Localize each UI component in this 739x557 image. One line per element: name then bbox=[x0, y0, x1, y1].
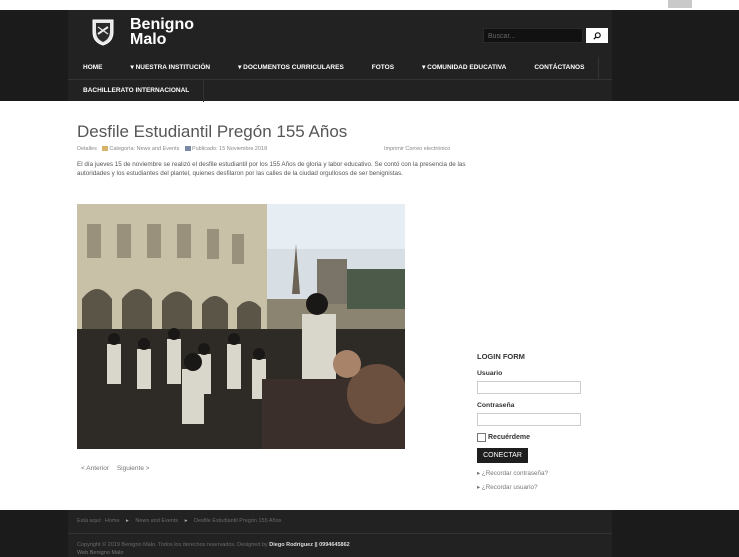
next-link[interactable]: Siguiente > bbox=[117, 465, 150, 472]
login-form-title: LOGIN FORM bbox=[477, 352, 525, 361]
password-label: Contraseña bbox=[477, 402, 515, 409]
window-corner bbox=[668, 0, 692, 8]
logo-line1: Benigno bbox=[130, 16, 194, 33]
copyright-statement: Copyright © 2019 Benigno Malo. Todos los… bbox=[77, 542, 268, 548]
copyright-text: Copyright © 2019 Benigno Malo. Todos los… bbox=[77, 542, 350, 548]
web-name: Web Benigno Malo bbox=[77, 550, 124, 556]
article-title[interactable]: Desfile Estudiantil Pregón 155 Años bbox=[77, 122, 347, 142]
breadcrumb-category[interactable]: News and Events bbox=[135, 518, 178, 524]
nav-comunidad-educativa[interactable]: ▾ COMUNIDAD EDUCATIVA bbox=[408, 57, 520, 79]
nav-divider bbox=[203, 80, 205, 102]
username-label: Usuario bbox=[477, 370, 503, 377]
designer-credit: Diego Rodríguez || 0994645862 bbox=[269, 542, 350, 548]
nav-bachillerato-internacional[interactable]: BACHILLERATO INTERNACIONAL bbox=[68, 80, 203, 102]
nav-documentos-curriculares[interactable]: ▾ DOCUMENTOS CURRICULARES bbox=[224, 57, 358, 79]
article-body: El día jueves 15 de noviembre se realizó… bbox=[77, 161, 466, 178]
nav-divider bbox=[598, 57, 600, 79]
breadcrumb: Está aquí: Home ▸ News and Events ▸ Desf… bbox=[77, 518, 281, 524]
login-button[interactable]: CONECTAR bbox=[477, 448, 528, 463]
breadcrumb-arrow-icon: ▸ bbox=[184, 518, 188, 524]
remember-checkbox[interactable] bbox=[477, 433, 486, 442]
username-field[interactable] bbox=[477, 381, 581, 394]
nav-contactanos[interactable]: CONTÁCTANOS bbox=[520, 57, 598, 79]
breadcrumb-label: Está aquí: bbox=[77, 518, 102, 524]
footer-divider bbox=[68, 533, 612, 534]
main-nav-row-2: BACHILLERATO INTERNACIONAL bbox=[68, 80, 205, 102]
article-actions[interactable]: Imprimir Correo electrónico bbox=[384, 146, 450, 152]
article-category[interactable]: Categoría: News and Events bbox=[109, 146, 179, 152]
search-icon bbox=[593, 31, 601, 40]
details-label: Detalles bbox=[77, 146, 97, 152]
folder-icon bbox=[102, 146, 109, 152]
school-crest-icon[interactable] bbox=[88, 16, 118, 46]
nav-home[interactable]: HOME bbox=[68, 57, 117, 79]
parade-photo-image bbox=[77, 204, 405, 449]
breadcrumb-arrow-icon: ▸ bbox=[126, 518, 129, 524]
forgot-username-link[interactable]: ▸ ¿Recordar usuario? bbox=[477, 484, 538, 491]
article-meta: Detalles Categoría: News and Events Publ… bbox=[77, 146, 267, 152]
main-nav-row-1: HOME ▾ NUESTRA INSTITUCIÓN ▾ DOCUMENTOS … bbox=[68, 57, 600, 79]
calendar-icon bbox=[184, 146, 191, 152]
forgot-password-link[interactable]: ▸ ¿Recordar contraseña? bbox=[477, 470, 548, 477]
nav-nuestra-institucion[interactable]: ▾ NUESTRA INSTITUCIÓN bbox=[117, 57, 225, 79]
search-input[interactable]: Buscar... bbox=[483, 28, 583, 43]
article-published: Publicado: 15 Noviembre 2018 bbox=[191, 146, 268, 152]
site-logo-text[interactable]: Benigno Malo bbox=[130, 16, 194, 48]
remember-row: Recuérdeme bbox=[477, 433, 530, 442]
password-field[interactable] bbox=[477, 413, 581, 426]
article-photo bbox=[77, 204, 405, 449]
search-button[interactable] bbox=[586, 28, 608, 43]
prev-link[interactable]: < Anterior bbox=[81, 465, 109, 472]
article-pager: < Anterior Siguiente > bbox=[81, 465, 156, 472]
nav-fotos[interactable]: FOTOS bbox=[358, 57, 408, 79]
breadcrumb-home[interactable]: Home bbox=[105, 518, 120, 524]
logo-line2: Malo bbox=[130, 31, 167, 48]
remember-label[interactable]: Recuérdeme bbox=[488, 434, 530, 441]
breadcrumb-current: Desfile Estudiantil Pregón 155 Años bbox=[193, 518, 282, 524]
